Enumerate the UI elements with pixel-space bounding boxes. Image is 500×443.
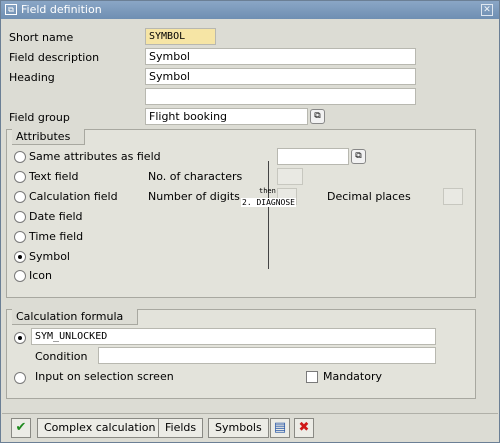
complex-calculation-button[interactable]: Complex calculation xyxy=(37,418,163,438)
calculation-formula-title: Calculation formula xyxy=(12,309,139,325)
confirm-check-icon[interactable]: ✔ xyxy=(11,418,31,438)
short-name-label: Short name xyxy=(9,31,74,44)
symbols-button[interactable]: Symbols xyxy=(208,418,269,438)
heading-input-2[interactable] xyxy=(145,88,416,105)
short-name-input[interactable]: SYMBOL xyxy=(145,28,216,45)
button-bar: ✔ Complex calculation Fields Symbols ▤ ✖ xyxy=(2,413,498,441)
attributes-group-title: Attributes xyxy=(12,129,86,145)
mandatory-checkbox[interactable] xyxy=(306,371,318,383)
radio-icon[interactable] xyxy=(14,270,26,282)
radio-same-attributes-label: Same attributes as field xyxy=(29,150,161,163)
radio-calculation-field[interactable] xyxy=(14,191,26,203)
fields-button[interactable]: Fields xyxy=(158,418,204,438)
same-attributes-input[interactable] xyxy=(277,148,349,165)
condition-label: Condition xyxy=(35,350,88,363)
value-help-icon[interactable]: ⧉ xyxy=(310,109,325,124)
decimal-places-input[interactable] xyxy=(443,188,463,205)
title-bar: ⧉ Field definition ✕ xyxy=(1,1,499,19)
mandatory-label: Mandatory xyxy=(323,370,383,383)
radio-same-attributes[interactable] xyxy=(14,151,26,163)
decimal-places-label: Decimal places xyxy=(327,190,411,203)
radio-icon-label: Icon xyxy=(29,269,52,282)
radio-calculation-field-label: Calculation field xyxy=(29,190,118,203)
heading-input[interactable]: Symbol xyxy=(145,68,416,85)
field-description-input[interactable]: Symbol xyxy=(145,48,416,65)
heading-label: Heading xyxy=(9,71,55,84)
field-definition-dialog: ⧉ Field definition ✕ Short name SYMBOL F… xyxy=(0,0,500,443)
dialog-title: Field definition xyxy=(21,3,102,16)
radio-time-field[interactable] xyxy=(14,231,26,243)
radio-date-field[interactable] xyxy=(14,211,26,223)
field-description-label: Field description xyxy=(9,51,100,64)
list-icon[interactable]: ▤ xyxy=(270,418,290,438)
field-group-input[interactable]: Flight booking xyxy=(145,108,308,125)
column-separator xyxy=(268,161,269,269)
condition-input[interactable] xyxy=(98,347,436,364)
overlay-note: 2. DIAGNOSE xyxy=(241,198,296,207)
radio-date-field-label: Date field xyxy=(29,210,83,223)
formula-input[interactable]: SYM_UNLOCKED xyxy=(31,328,436,345)
input-selection-screen-label: Input on selection screen xyxy=(35,370,174,383)
num-chars-label: No. of characters xyxy=(148,170,243,183)
dialog-icon: ⧉ xyxy=(5,4,17,15)
num-chars-input[interactable] xyxy=(277,168,303,185)
radio-symbol-label: Symbol xyxy=(29,250,70,263)
radio-formula[interactable] xyxy=(14,332,26,344)
radio-input-selection-screen[interactable] xyxy=(14,372,26,384)
field-group-label: Field group xyxy=(9,111,70,124)
radio-symbol[interactable] xyxy=(14,251,26,263)
radio-time-field-label: Time field xyxy=(29,230,84,243)
cancel-icon[interactable]: ✖ xyxy=(294,418,314,438)
value-help-icon[interactable]: ⧉ xyxy=(351,149,366,164)
radio-text-field-label: Text field xyxy=(29,170,79,183)
num-digits-label: Number of digits xyxy=(148,190,240,203)
overlay-note-small: then xyxy=(259,187,276,195)
close-icon[interactable]: ✕ xyxy=(481,4,493,16)
radio-text-field[interactable] xyxy=(14,171,26,183)
